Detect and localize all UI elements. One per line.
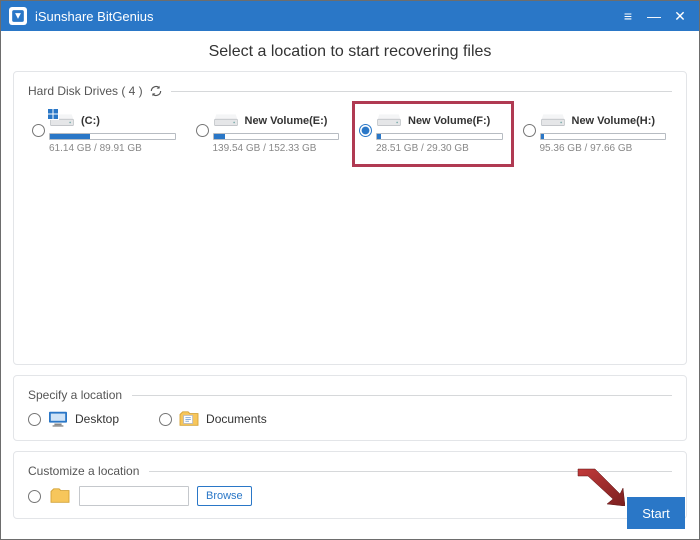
- drive-radio[interactable]: [32, 124, 45, 137]
- drive-radio[interactable]: [523, 124, 536, 137]
- browse-button[interactable]: Browse: [197, 486, 252, 506]
- desktop-radio[interactable]: [28, 413, 41, 426]
- location-desktop[interactable]: Desktop: [28, 410, 119, 428]
- usage-bar: [49, 133, 176, 140]
- specify-location-panel: Specify a location Desktop Do: [13, 375, 687, 441]
- close-button[interactable]: ✕: [667, 1, 693, 31]
- drive-size: 28.51 GB / 29.30 GB: [376, 143, 503, 154]
- app-logo-icon: [9, 7, 27, 25]
- drive-item[interactable]: (C:) 61.14 GB / 89.91 GB: [28, 106, 182, 160]
- divider: [132, 395, 672, 396]
- drive-radio[interactable]: [196, 124, 209, 137]
- content-area: Select a location to start recovering fi…: [1, 31, 699, 539]
- titlebar: iSunshare BitGenius ≡ — ✕: [1, 1, 699, 31]
- documents-icon: [178, 410, 200, 428]
- custom-section-head: Customize a location: [28, 464, 672, 478]
- customize-location-panel: Customize a location Browse: [13, 451, 687, 519]
- usage-bar: [213, 133, 340, 140]
- drive-item[interactable]: New Volume(H:) 95.36 GB / 97.66 GB: [519, 106, 673, 160]
- hdd-icon: [376, 112, 402, 130]
- drive-name: New Volume(E:): [245, 115, 328, 127]
- drive-item[interactable]: New Volume(F:) 28.51 GB / 29.30 GB: [355, 106, 509, 160]
- drive-item[interactable]: New Volume(E:) 139.54 GB / 152.33 GB: [192, 106, 346, 160]
- app-title: iSunshare BitGenius: [35, 9, 615, 24]
- hdd-icon: [540, 112, 566, 130]
- custom-path-input[interactable]: [79, 486, 189, 506]
- custom-label: Customize a location: [28, 464, 139, 478]
- location-row: Desktop Documents: [28, 410, 672, 428]
- drives-panel: Hard Disk Drives ( 4 ) (C:) 61.14 GB / 89…: [13, 71, 687, 365]
- documents-label: Documents: [206, 412, 267, 426]
- drive-name: New Volume(F:): [408, 115, 490, 127]
- drive-size: 139.54 GB / 152.33 GB: [213, 143, 340, 154]
- drives-section-head: Hard Disk Drives ( 4 ): [28, 84, 672, 98]
- desktop-icon: [47, 410, 69, 428]
- custom-row: Browse: [28, 486, 672, 506]
- usage-bar: [376, 133, 503, 140]
- page-title: Select a location to start recovering fi…: [13, 39, 687, 71]
- menu-button[interactable]: ≡: [615, 1, 641, 31]
- desktop-label: Desktop: [75, 412, 119, 426]
- refresh-icon[interactable]: [149, 84, 163, 98]
- hdd-icon: [213, 112, 239, 130]
- drive-size: 61.14 GB / 89.91 GB: [49, 143, 176, 154]
- location-documents[interactable]: Documents: [159, 410, 267, 428]
- app-window: iSunshare BitGenius ≡ — ✕ Select a locat…: [0, 0, 700, 540]
- drive-name: (C:): [81, 115, 100, 127]
- divider: [149, 471, 672, 472]
- drive-name: New Volume(H:): [572, 115, 656, 127]
- hdd-icon: [49, 112, 75, 130]
- documents-radio[interactable]: [159, 413, 172, 426]
- start-button[interactable]: Start: [627, 497, 685, 529]
- folder-icon: [49, 487, 71, 505]
- minimize-button[interactable]: —: [641, 1, 667, 31]
- drive-radio[interactable]: [359, 124, 372, 137]
- divider: [171, 91, 672, 92]
- drives-list: (C:) 61.14 GB / 89.91 GB New Volume(E:) 139…: [28, 106, 672, 160]
- specify-label: Specify a location: [28, 388, 122, 402]
- drives-label: Hard Disk Drives ( 4 ): [28, 84, 143, 98]
- drive-size: 95.36 GB / 97.66 GB: [540, 143, 667, 154]
- custom-radio[interactable]: [28, 490, 41, 503]
- usage-bar: [540, 133, 667, 140]
- specify-section-head: Specify a location: [28, 388, 672, 402]
